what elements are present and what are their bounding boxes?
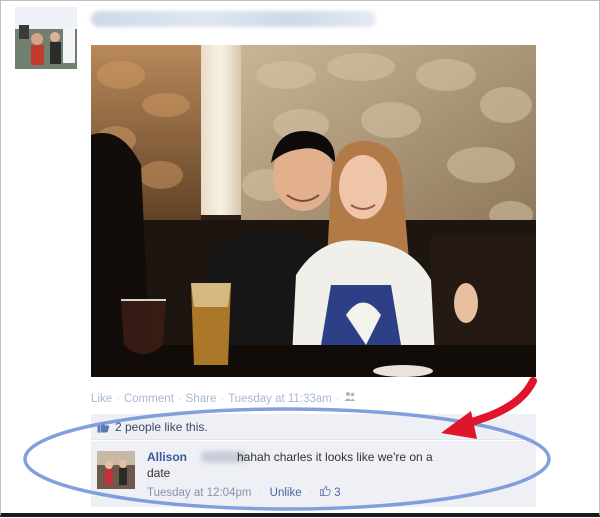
separator: · xyxy=(177,393,182,405)
likes-bar: 2 people like this. xyxy=(91,414,536,440)
comment-item: Allison hahah charles it looks like we'r… xyxy=(91,441,536,507)
comment-meta: Tuesday at 12:04pm · Unlike · 3 xyxy=(147,485,341,499)
friends-icon[interactable] xyxy=(344,391,356,405)
unlike-link[interactable]: Unlike xyxy=(270,487,302,499)
thumbs-up-icon xyxy=(319,485,334,499)
like-link[interactable]: Like xyxy=(91,393,112,405)
likes-count-text[interactable]: 2 people like this. xyxy=(115,420,208,434)
comment-like-count[interactable]: 3 xyxy=(334,487,340,499)
post-photo[interactable] xyxy=(91,45,536,377)
comment-text-continued: date xyxy=(147,466,171,480)
comment-text: hahah charles it looks like we're on a xyxy=(237,450,433,464)
separator: · xyxy=(308,487,313,499)
separator: · xyxy=(220,393,225,405)
poster-avatar[interactable] xyxy=(15,7,77,69)
comment-link[interactable]: Comment xyxy=(124,393,174,405)
comment-author[interactable]: Allison xyxy=(147,450,187,464)
thumbs-up-icon xyxy=(97,420,110,436)
post-timestamp[interactable]: Tuesday at 11:33am xyxy=(228,393,332,405)
separator: · xyxy=(116,393,120,405)
post-actions-row: Like · Comment · Share · Tuesday at 11:33am · xyxy=(91,391,356,405)
post-header-blurred xyxy=(91,11,376,27)
commenter-avatar[interactable] xyxy=(97,451,135,489)
separator: · xyxy=(258,487,263,499)
separator: · xyxy=(335,393,340,405)
comment-timestamp[interactable]: Tuesday at 12:04pm xyxy=(147,487,251,499)
post-frame: Like · Comment · Share · Tuesday at 11:33am · 2… xyxy=(0,0,600,517)
share-link[interactable]: Share xyxy=(186,393,217,405)
